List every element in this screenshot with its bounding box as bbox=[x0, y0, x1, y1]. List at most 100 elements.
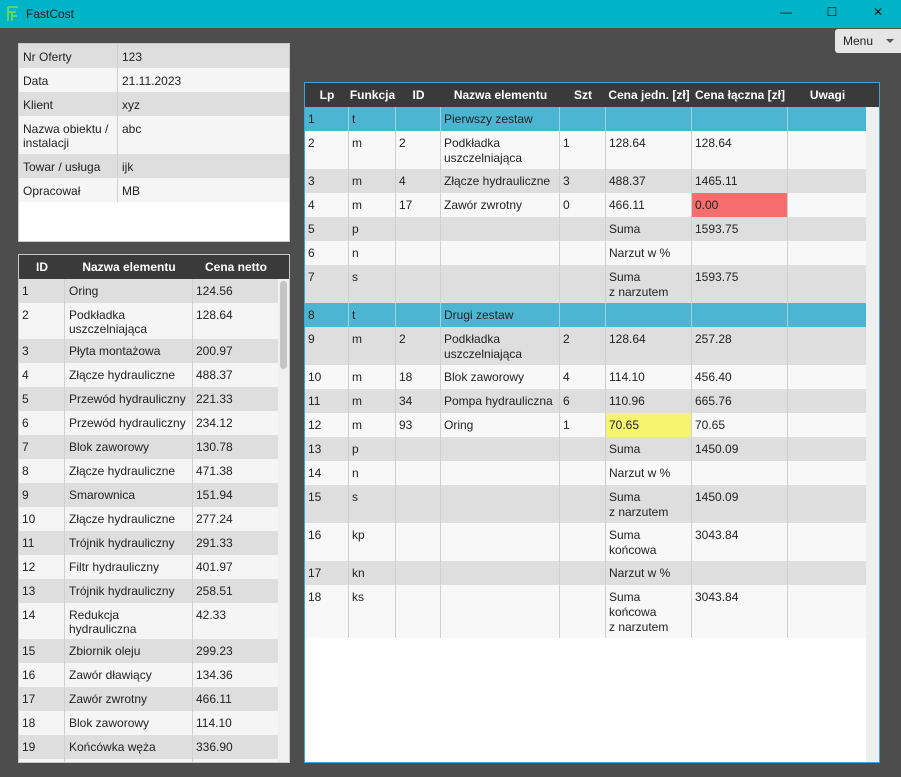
offer-col-uwagi[interactable]: Uwagi bbox=[788, 88, 867, 102]
offer-cell-szt[interactable]: 3 bbox=[560, 169, 606, 193]
offer-cell-funkcja[interactable]: m bbox=[349, 169, 396, 193]
offer-cell-funkcja[interactable]: n bbox=[349, 241, 396, 265]
offer-cell-cena-laczna[interactable]: 0.00 bbox=[692, 193, 788, 217]
offer-cell-cena-laczna[interactable]: 257.28 bbox=[692, 327, 788, 365]
offer-cell-cena-laczna[interactable]: 70.65 bbox=[692, 413, 788, 437]
catalog-row[interactable]: 5 Przewód hydrauliczny 221.33 bbox=[19, 387, 289, 411]
offer-cell-nazwa[interactable] bbox=[441, 241, 560, 265]
offer-cell-id[interactable] bbox=[396, 485, 441, 523]
offer-cell-szt[interactable] bbox=[560, 241, 606, 265]
offer-col-cena-jedn[interactable]: Cena jedn. [zł] bbox=[606, 88, 692, 102]
offer-cell-funkcja[interactable]: p bbox=[349, 437, 396, 461]
offer-cell-szt[interactable]: 4 bbox=[560, 365, 606, 389]
offer-cell-funkcja[interactable]: m bbox=[349, 389, 396, 413]
offer-cell-funkcja[interactable]: s bbox=[349, 265, 396, 303]
offer-cell-cena-jedn[interactable]: Narzut w % bbox=[606, 241, 692, 265]
offer-cell-szt[interactable] bbox=[560, 461, 606, 485]
offer-cell-cena-jedn[interactable]: 128.64 bbox=[606, 131, 692, 169]
offer-cell-funkcja[interactable]: ks bbox=[349, 585, 396, 638]
offer-row[interactable]: 3 m 4 Złącze hydrauliczne 3 488.37 1465.11 bbox=[305, 169, 879, 193]
offer-cell-funkcja[interactable]: p bbox=[349, 217, 396, 241]
offer-cell-cena-laczna[interactable]: 1465.11 bbox=[692, 169, 788, 193]
offer-cell-nazwa[interactable] bbox=[441, 523, 560, 561]
offer-cell-nazwa[interactable]: Pierwszy zestaw bbox=[441, 107, 560, 131]
offer-cell-szt[interactable]: 1 bbox=[560, 413, 606, 437]
catalog-row[interactable]: 12 Filtr hydrauliczny 401.97 bbox=[19, 555, 289, 579]
offer-cell-lp[interactable]: 6 bbox=[305, 241, 349, 265]
offer-row[interactable]: 2 m 2 Podkładka uszczelniająca 1 128.64 128.64 bbox=[305, 131, 879, 169]
offer-cell-lp[interactable]: 8 bbox=[305, 303, 349, 327]
menu-button[interactable]: Menu bbox=[835, 29, 901, 53]
offer-cell-lp[interactable]: 5 bbox=[305, 217, 349, 241]
offer-cell-nazwa[interactable] bbox=[441, 561, 560, 585]
catalog-row[interactable]: 4 Złącze hydrauliczne 488.37 bbox=[19, 363, 289, 387]
offer-cell-nazwa[interactable]: Drugi zestaw bbox=[441, 303, 560, 327]
offer-cell-lp[interactable]: 2 bbox=[305, 131, 349, 169]
catalog-row[interactable]: 14 Redukcja hydrauliczna 42.33 bbox=[19, 603, 289, 639]
offer-col-cena-laczna[interactable]: Cena łączna [zł] bbox=[692, 88, 788, 102]
offer-row[interactable]: 9 m 2 Podkładka uszczelniająca 2 128.64 257.28 bbox=[305, 327, 879, 365]
offer-cell-cena-laczna[interactable] bbox=[692, 107, 788, 131]
info-value[interactable]: ijk bbox=[118, 154, 289, 178]
offer-row[interactable]: 15 s Suma z narzutem 1450.09 bbox=[305, 485, 879, 523]
offer-cell-uwagi[interactable] bbox=[788, 107, 867, 131]
offer-row[interactable]: 5 p Suma 1593.75 bbox=[305, 217, 879, 241]
offer-cell-lp[interactable]: 10 bbox=[305, 365, 349, 389]
offer-cell-nazwa[interactable] bbox=[441, 265, 560, 303]
offer-cell-szt[interactable] bbox=[560, 585, 606, 638]
offer-cell-uwagi[interactable] bbox=[788, 303, 867, 327]
offer-cell-szt[interactable]: 0 bbox=[560, 193, 606, 217]
offer-cell-nazwa[interactable]: Złącze hydrauliczne bbox=[441, 169, 560, 193]
offer-cell-id[interactable]: 93 bbox=[396, 413, 441, 437]
offer-cell-lp[interactable]: 17 bbox=[305, 561, 349, 585]
offer-cell-cena-jedn[interactable]: 114.10 bbox=[606, 365, 692, 389]
catalog-row[interactable]: 20Zbiornik oleju453.29 bbox=[19, 759, 289, 762]
offer-row[interactable]: 7 s Suma z narzutem 1593.75 bbox=[305, 265, 879, 303]
offer-cell-cena-laczna[interactable]: 1450.09 bbox=[692, 437, 788, 461]
offer-col-funkcja[interactable]: Funkcja bbox=[349, 88, 396, 102]
offer-cell-funkcja[interactable]: m bbox=[349, 193, 396, 217]
catalog-scrollbar[interactable] bbox=[278, 279, 289, 762]
catalog-col-price[interactable]: Cena netto bbox=[193, 260, 279, 274]
offer-cell-uwagi[interactable] bbox=[788, 193, 867, 217]
offer-cell-uwagi[interactable] bbox=[788, 437, 867, 461]
offer-cell-uwagi[interactable] bbox=[788, 241, 867, 265]
offer-cell-uwagi[interactable] bbox=[788, 327, 867, 365]
offer-cell-lp[interactable]: 15 bbox=[305, 485, 349, 523]
offer-cell-nazwa[interactable]: Podkładka uszczelniająca bbox=[441, 327, 560, 365]
offer-scrollbar[interactable] bbox=[866, 107, 879, 762]
catalog-scroll-thumb[interactable] bbox=[280, 281, 287, 369]
offer-cell-lp[interactable]: 1 bbox=[305, 107, 349, 131]
offer-cell-szt[interactable] bbox=[560, 107, 606, 131]
offer-cell-cena-jedn[interactable]: Suma z narzutem bbox=[606, 265, 692, 303]
offer-cell-szt[interactable] bbox=[560, 485, 606, 523]
offer-cell-lp[interactable]: 7 bbox=[305, 265, 349, 303]
info-value[interactable]: MB bbox=[118, 178, 289, 202]
offer-cell-szt[interactable] bbox=[560, 217, 606, 241]
offer-cell-uwagi[interactable] bbox=[788, 131, 867, 169]
offer-cell-cena-jedn[interactable]: Narzut w % bbox=[606, 461, 692, 485]
offer-cell-cena-jedn[interactable]: 488.37 bbox=[606, 169, 692, 193]
catalog-row[interactable]: 2 Podkładka uszczelniająca 128.64 bbox=[19, 303, 289, 339]
catalog-row[interactable]: 16 Zawór dławiący 134.36 bbox=[19, 663, 289, 687]
offer-cell-cena-laczna[interactable] bbox=[692, 461, 788, 485]
offer-cell-funkcja[interactable]: m bbox=[349, 365, 396, 389]
catalog-row[interactable]: 15 Zbiornik oleju 299.23 bbox=[19, 639, 289, 663]
offer-cell-cena-laczna[interactable] bbox=[692, 303, 788, 327]
offer-cell-id[interactable]: 2 bbox=[396, 131, 441, 169]
offer-cell-funkcja[interactable]: m bbox=[349, 413, 396, 437]
offer-cell-lp[interactable]: 16 bbox=[305, 523, 349, 561]
offer-cell-cena-jedn[interactable] bbox=[606, 303, 692, 327]
offer-cell-funkcja[interactable]: m bbox=[349, 131, 396, 169]
offer-cell-cena-laczna[interactable]: 3043.84 bbox=[692, 523, 788, 561]
offer-cell-cena-jedn[interactable]: Suma końcowa z narzutem bbox=[606, 585, 692, 638]
offer-cell-funkcja[interactable]: kn bbox=[349, 561, 396, 585]
offer-cell-lp[interactable]: 12 bbox=[305, 413, 349, 437]
offer-cell-lp[interactable]: 3 bbox=[305, 169, 349, 193]
offer-group-row[interactable]: 1 t Pierwszy zestaw bbox=[305, 107, 879, 131]
offer-cell-uwagi[interactable] bbox=[788, 413, 867, 437]
offer-cell-nazwa[interactable]: Oring bbox=[441, 413, 560, 437]
offer-cell-cena-jedn[interactable]: 466.11 bbox=[606, 193, 692, 217]
offer-cell-uwagi[interactable] bbox=[788, 585, 867, 638]
offer-cell-nazwa[interactable] bbox=[441, 437, 560, 461]
